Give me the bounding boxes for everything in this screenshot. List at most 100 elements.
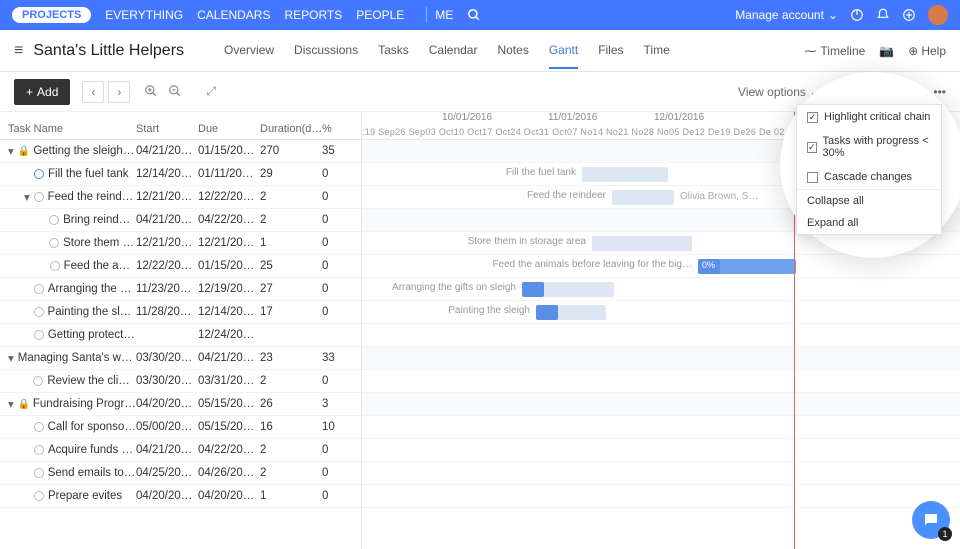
table-row[interactable]: Getting protecti… 12/24/20… [0, 324, 361, 347]
table-row[interactable]: ▾🔒Getting the sleigh … 04/21/20… 01/15/2… [0, 140, 361, 163]
status-circle-icon[interactable] [33, 376, 43, 386]
help-button[interactable]: ⊕Help [908, 44, 946, 58]
cell-due: 01/15/20… [198, 260, 260, 272]
zoom-out-icon[interactable] [168, 84, 182, 99]
nav-me[interactable]: ME [435, 8, 453, 22]
nav-people[interactable]: PEOPLE [356, 8, 404, 22]
plus-icon[interactable] [902, 8, 916, 22]
table-row[interactable]: Store them in… 12/21/20… 12/21/20… 1 0 [0, 232, 361, 255]
gantt-row: Feed the animals before leaving for the … [362, 255, 960, 278]
manage-account-link[interactable]: Manage account ⌄ [735, 8, 838, 22]
month-label: 10/01/2016 [442, 112, 492, 123]
col-start[interactable]: Start [136, 123, 198, 135]
gantt-bar[interactable]: Feed the animals before leaving for the … [698, 259, 796, 274]
col-due[interactable]: Due [198, 123, 260, 135]
pulse-icon: ⁓ [804, 44, 816, 58]
table-row[interactable]: Painting the slei… 11/28/20… 12/14/20… 1… [0, 301, 361, 324]
table-row[interactable]: ▾Feed the reinde… 12/21/20… 12/22/20… 2 … [0, 186, 361, 209]
tab-time[interactable]: Time [644, 33, 670, 69]
prev-arrow[interactable]: ‹ [82, 81, 104, 103]
gantt-row: Painting the sleigh [362, 301, 960, 324]
status-circle-icon[interactable] [34, 468, 44, 478]
expand-icon[interactable]: ⤢ [206, 84, 216, 99]
table-row[interactable]: Send emails to … 04/25/20… 04/26/20… 2 0 [0, 462, 361, 485]
table-row[interactable]: Call for sponsor… 05/00/20… 05/15/20… 16… [0, 416, 361, 439]
zoom-in-icon[interactable] [144, 84, 158, 99]
bar-label: Feed the reindeer [527, 190, 606, 201]
col-percent[interactable]: % [322, 123, 358, 135]
status-circle-icon[interactable] [34, 307, 44, 317]
caret-down-icon[interactable]: ▾ [8, 397, 17, 411]
caret-down-icon[interactable]: ▾ [8, 351, 18, 365]
chat-icon [922, 511, 940, 529]
status-circle-icon[interactable] [34, 284, 44, 294]
power-icon[interactable] [850, 8, 864, 22]
bell-icon[interactable] [876, 8, 890, 22]
gantt-bar[interactable]: Fill the fuel tank [582, 167, 668, 182]
tab-notes[interactable]: Notes [497, 33, 528, 69]
caret-down-icon[interactable]: ▾ [8, 144, 18, 158]
chat-button[interactable]: 1 [912, 501, 950, 539]
project-header: ≡ Santa's Little Helpers Overview Discus… [0, 30, 960, 72]
menu-icon[interactable]: ≡ [14, 42, 23, 60]
table-row[interactable]: Fill the fuel tank 12/14/20… 01/11/20… 2… [0, 163, 361, 186]
col-task-name[interactable]: Task Name [0, 123, 136, 135]
tab-gantt[interactable]: Gantt [549, 33, 578, 69]
table-row[interactable]: Acquire funds f… 04/21/20… 04/22/20… 2 0 [0, 439, 361, 462]
gantt-bar[interactable]: Feed the reindeer Olivia Brown, S… [612, 190, 674, 205]
cell-start: 04/20/20… [136, 398, 198, 410]
camera-icon[interactable]: 📷 [879, 44, 894, 58]
cell-percent: 0 [322, 237, 358, 249]
nav-reports[interactable]: REPORTS [284, 8, 342, 22]
cell-start: 05/00/20… [136, 421, 198, 433]
gantt-bar[interactable]: Arranging the gifts on sleigh [522, 282, 614, 297]
table-row[interactable]: Prepare evites 04/20/20… 04/20/20… 1 0 [0, 485, 361, 508]
table-row[interactable]: Arranging the g… 11/23/20… 12/19/20… 27 … [0, 278, 361, 301]
tab-files[interactable]: Files [598, 33, 623, 69]
gantt-bar[interactable]: Store them in storage area [592, 236, 692, 251]
tab-calendar[interactable]: Calendar [429, 33, 478, 69]
nav-projects[interactable]: PROJECTS [12, 7, 91, 23]
gantt-bar[interactable]: Painting the sleigh [536, 305, 606, 320]
task-name: Getting the sleigh … [33, 145, 136, 157]
gantt-row: Arranging the gifts on sleigh [362, 278, 960, 301]
status-circle-icon[interactable] [34, 169, 44, 179]
opt-tasks-progress[interactable]: ✓Tasks with progress < 30% [797, 129, 941, 165]
status-circle-icon[interactable] [34, 192, 44, 202]
status-circle-icon[interactable] [49, 215, 59, 225]
cell-start: 04/21/20… [136, 214, 198, 226]
search-icon[interactable] [467, 8, 481, 22]
add-button[interactable]: +Add [14, 79, 70, 105]
timeline-button[interactable]: ⁓Timeline [804, 44, 865, 58]
status-circle-icon[interactable] [34, 330, 44, 340]
status-circle-icon[interactable] [34, 445, 44, 455]
task-name: Store them in… [63, 237, 136, 249]
cell-percent: 0 [322, 168, 358, 180]
tab-tasks[interactable]: Tasks [378, 33, 409, 69]
table-row[interactable]: ▾🔒Fundraising Progra… 04/20/20… 05/15/20… [0, 393, 361, 416]
cell-start: 11/23/20… [136, 283, 198, 295]
nav-calendars[interactable]: CALENDARS [197, 8, 270, 22]
status-circle-icon[interactable] [34, 491, 44, 501]
opt-expand-all[interactable]: Expand all [797, 212, 941, 234]
caret-down-icon[interactable]: ▾ [24, 190, 34, 204]
status-circle-icon[interactable] [49, 238, 59, 248]
status-circle-icon[interactable] [34, 422, 44, 432]
opt-cascade-changes[interactable]: Cascade changes [797, 165, 941, 190]
tab-overview[interactable]: Overview [224, 33, 274, 69]
table-row[interactable]: Review the clien… 03/30/20… 03/31/20… 2 … [0, 370, 361, 393]
gantt-row [362, 347, 960, 370]
opt-highlight-critical[interactable]: ✓Highlight critical chain [797, 105, 941, 129]
next-arrow[interactable]: › [108, 81, 130, 103]
table-row[interactable]: Feed the ani… 12/22/20… 01/15/20… 25 0 [0, 255, 361, 278]
avatar[interactable] [928, 5, 948, 25]
view-options-dropdown[interactable]: View options ⌄ [738, 85, 819, 99]
col-duration[interactable]: Duration(d… [260, 123, 322, 135]
top-nav: PROJECTS EVERYTHING CALENDARS REPORTS PE… [0, 0, 960, 30]
opt-collapse-all[interactable]: Collapse all [797, 190, 941, 212]
table-row[interactable]: ▾Managing Santa's we… 03/30/20… 04/21/20… [0, 347, 361, 370]
tab-discussions[interactable]: Discussions [294, 33, 358, 69]
nav-everything[interactable]: EVERYTHING [105, 8, 183, 22]
table-row[interactable]: Bring reindee… 04/21/20… 04/22/20… 2 0 [0, 209, 361, 232]
status-circle-icon[interactable] [50, 261, 60, 271]
